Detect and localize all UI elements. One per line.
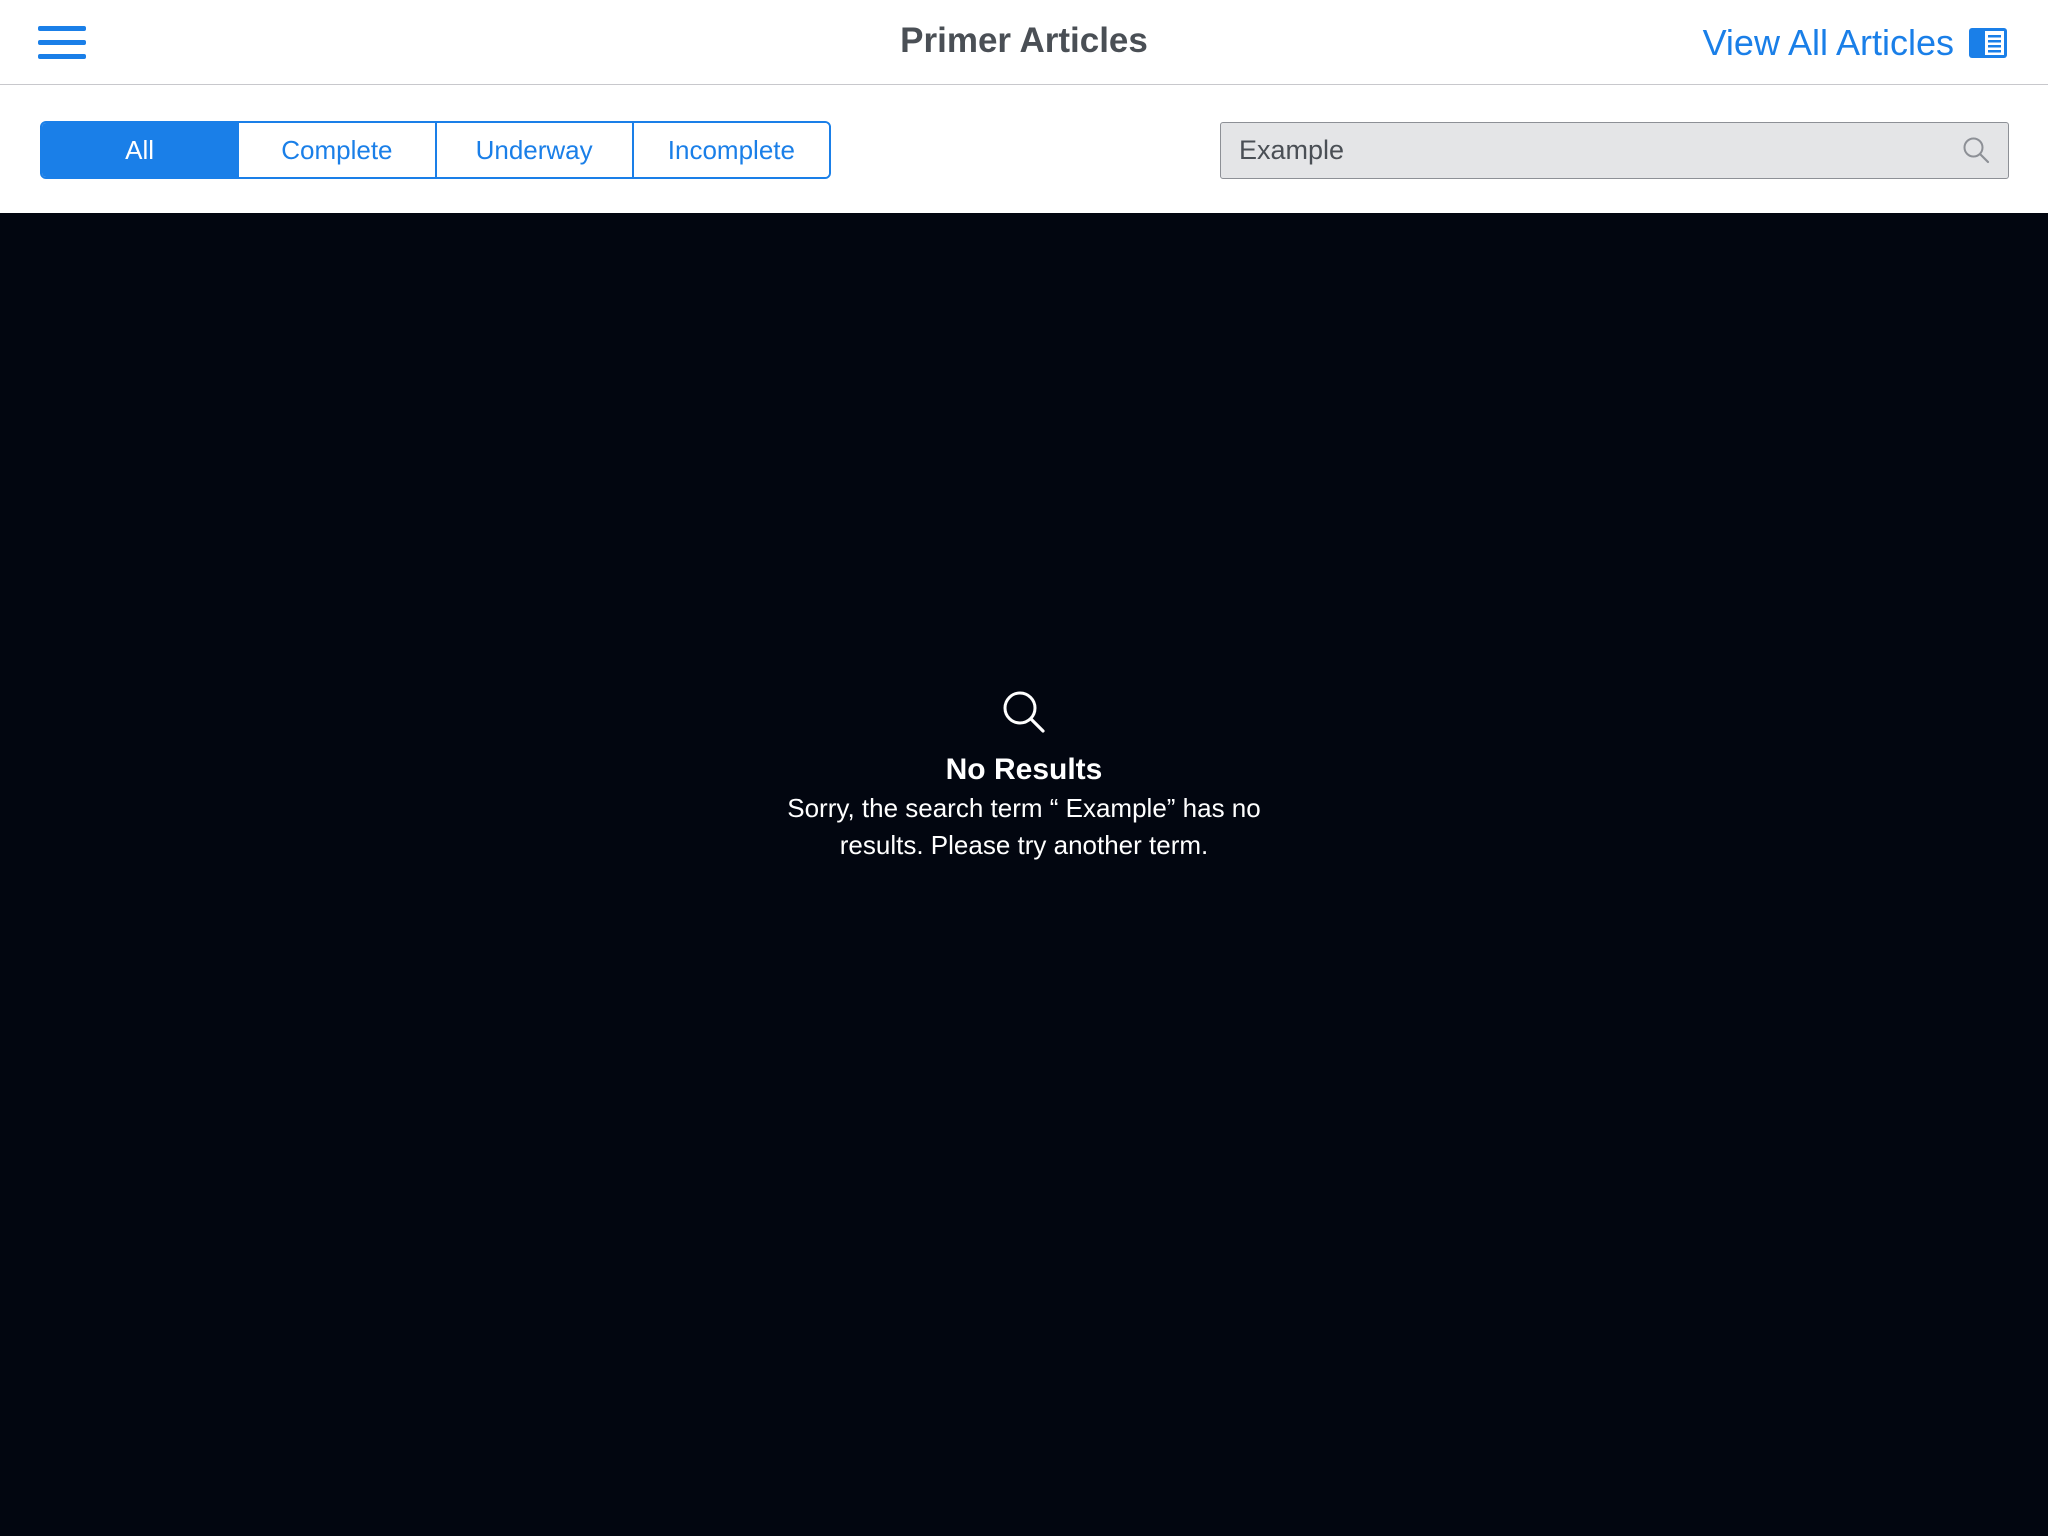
navigation-bar: Primer Articles View All Articles xyxy=(0,0,2048,85)
search-field xyxy=(1220,122,2009,179)
filter-toolbar: All Complete Underway Incomplete xyxy=(0,85,2048,213)
view-all-articles-button[interactable]: View All Articles xyxy=(1703,18,2008,68)
view-all-articles-label: View All Articles xyxy=(1702,22,1954,63)
search-icon[interactable] xyxy=(1962,136,1990,164)
filter-tab-underway[interactable]: Underway xyxy=(436,123,634,177)
filter-tab-complete[interactable]: Complete xyxy=(239,123,437,177)
no-results-title: No Results xyxy=(945,753,1103,786)
filter-tab-incomplete[interactable]: Incomplete xyxy=(633,123,829,177)
status-filter-segmented-control: All Complete Underway Incomplete xyxy=(40,121,831,179)
search-input[interactable] xyxy=(1239,123,1939,177)
no-results-message: Sorry, the search term “ Example” has no… xyxy=(787,793,1261,860)
filter-tab-all[interactable]: All xyxy=(42,123,240,177)
search-icon xyxy=(1003,691,1045,733)
hamburger-menu-icon[interactable] xyxy=(38,26,86,60)
article-list-icon xyxy=(1969,28,2007,58)
no-results-empty-state: No Results Sorry, the search term “ Exam… xyxy=(0,690,2048,864)
